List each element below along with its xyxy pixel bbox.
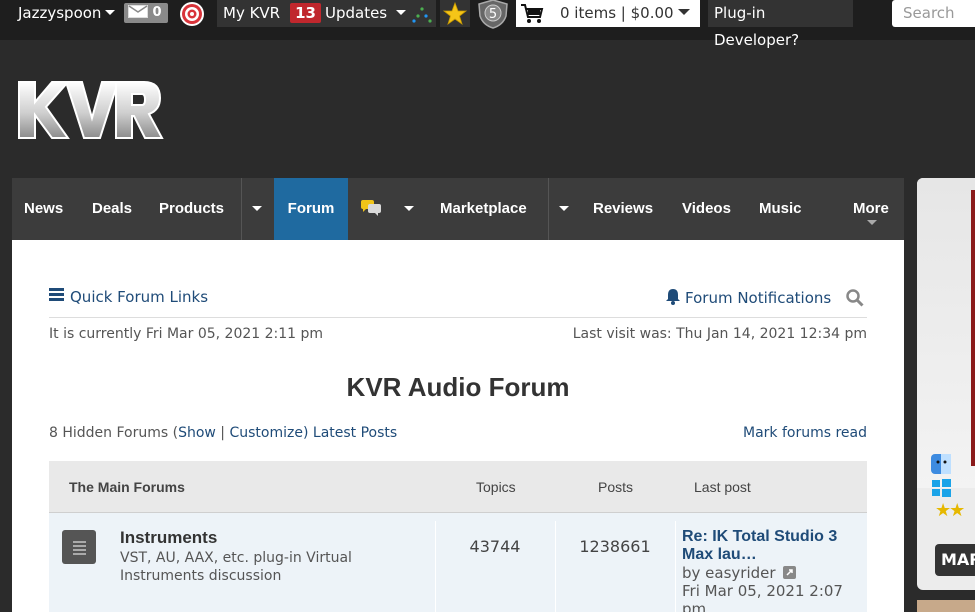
forum-search-button[interactable] (846, 289, 864, 307)
current-time: It is currently Fri Mar 05, 2021 2:11 pm (49, 326, 324, 342)
nav-news[interactable]: News (24, 178, 63, 240)
my-kvr-label: My KVR (223, 4, 281, 22)
hidden-forums-count: 8 Hidden Forums ( (49, 425, 179, 441)
forum-read-icon (62, 530, 96, 564)
nav-more[interactable]: More (853, 178, 895, 240)
top-bar: Jazzyspoon 0 My KVR 13 Updates 5 0 items |… (0, 0, 975, 49)
updates-count-badge: 13 (290, 3, 321, 23)
forum-name-link[interactable]: Instruments (120, 528, 217, 548)
chat-dropdown-toggle[interactable] (394, 178, 424, 240)
plugin-developer-label: Plug-in Developer? (714, 4, 800, 49)
last-post-author-link[interactable]: easyrider (705, 564, 775, 582)
section-title[interactable]: The Main Forums (69, 479, 185, 495)
nav-forum[interactable]: Forum (274, 178, 348, 240)
last-post-link[interactable]: Re: IK Total Studio 3 Max lau… (682, 528, 867, 564)
nav-marketplace[interactable]: Marketplace (440, 178, 527, 240)
ad-badge: MAR (935, 544, 975, 576)
user-menu[interactable]: Jazzyspoon (12, 0, 118, 27)
sidebar-advertisement[interactable]: ★★ MAR (917, 178, 975, 590)
messages-button[interactable]: 0 (124, 3, 168, 23)
search-placeholder: Search (903, 4, 955, 22)
forum-content: Quick Forum Links Forum Notifications It… (12, 240, 904, 612)
forum-table-header: The Main Forums Topics Posts Last post (49, 461, 867, 513)
kvr-logo[interactable] (16, 78, 164, 144)
forum-notifications-label: Forum Notifications (685, 289, 832, 307)
platform-icons (931, 454, 975, 502)
last-post-cell: Re: IK Total Studio 3 Max lau… by easyri… (682, 528, 867, 612)
chat-bubbles-icon (361, 200, 381, 216)
shield-level: 5 (489, 7, 497, 22)
username: Jazzyspoon (18, 4, 102, 22)
rating-stars: ★★ (935, 500, 965, 521)
hamburger-icon (49, 288, 64, 303)
table-row: Instruments VST, AU, AAX, etc. plug-in V… (49, 513, 867, 612)
chevron-down-icon (105, 10, 116, 20)
topics-header: Topics (476, 479, 516, 495)
quick-forum-links[interactable]: Quick Forum Links (49, 288, 208, 306)
envelope-icon (128, 5, 148, 18)
apple-finder-icon (931, 454, 951, 474)
column-divider (435, 521, 436, 612)
last-post-date: Fri Mar 05, 2021 2:07 pm (682, 582, 843, 612)
search-icon (846, 289, 864, 307)
nav-chat[interactable] (360, 178, 384, 240)
mail-count: 0 (152, 5, 162, 20)
column-divider (675, 521, 676, 612)
chevron-down-icon (395, 10, 406, 20)
shield-icon: 5 (478, 0, 508, 29)
separator: | (215, 425, 230, 441)
activity-button[interactable] (408, 0, 436, 27)
target-icon (180, 2, 204, 26)
updates-label: Updates (324, 4, 388, 22)
cart-button[interactable]: 0 items | $0.00 (516, 0, 700, 27)
products-dropdown-toggle[interactable] (241, 178, 271, 240)
star-icon (442, 1, 468, 26)
page-title: KVR Audio Forum (346, 372, 570, 402)
my-kvr-menu[interactable]: My KVR 13 Updates (217, 0, 426, 27)
nav-more-label: More (853, 200, 889, 217)
view-latest-post-icon[interactable] (783, 566, 797, 579)
last-post-header: Last post (694, 479, 751, 495)
cart-icon (521, 4, 544, 23)
forum-notifications[interactable]: Forum Notifications (665, 288, 831, 307)
posts-header: Posts (598, 479, 634, 495)
nav-reviews[interactable]: Reviews (593, 178, 653, 240)
windows-icon (932, 479, 951, 497)
posts-count: 1238661 (579, 537, 651, 556)
mark-forums-read-link[interactable]: Mark forums read (743, 425, 867, 441)
rank-shield[interactable]: 5 (476, 0, 510, 29)
ad-product-image (971, 190, 975, 466)
topics-count: 43744 (469, 537, 521, 556)
nav-music[interactable]: Music (759, 178, 802, 240)
column-divider (555, 521, 556, 612)
hidden-forums-line: 8 Hidden Forums (Show | Customize) Lates… (49, 425, 397, 441)
last-post-author-line: by easyrider (682, 564, 867, 582)
by-label: by (682, 564, 706, 582)
latest-posts-link[interactable]: Latest Posts (313, 425, 397, 441)
customize-link[interactable]: Customize) (229, 425, 308, 441)
show-hidden-link[interactable]: Show (178, 425, 216, 441)
nav-products[interactable]: Products (159, 178, 224, 240)
target-button[interactable] (179, 1, 207, 27)
search-input[interactable]: Search (892, 0, 975, 27)
cart-summary: 0 items | $0.00 (560, 4, 674, 22)
forum-description: VST, AU, AAX, etc. plug-in Virtual Instr… (120, 550, 352, 584)
divider (49, 317, 867, 318)
chevron-down-icon (678, 9, 690, 21)
chevron-down-icon (867, 220, 877, 230)
favorites-button[interactable] (440, 0, 470, 27)
sidebar-advertisement-2[interactable] (917, 600, 975, 612)
main-nav: News Deals Products Forum Marketplace Re… (12, 178, 904, 240)
nav-deals[interactable]: Deals (92, 178, 132, 240)
dots-icon (412, 7, 432, 23)
bell-icon (666, 289, 680, 305)
last-visit: Last visit was: Thu Jan 14, 2021 12:34 p… (572, 326, 867, 342)
ad-image (917, 178, 975, 488)
nav-videos[interactable]: Videos (682, 178, 731, 240)
marketplace-dropdown-toggle[interactable] (548, 178, 578, 240)
quick-forum-links-label: Quick Forum Links (70, 288, 209, 306)
plugin-developer-link[interactable]: Plug-in Developer? (708, 0, 853, 49)
